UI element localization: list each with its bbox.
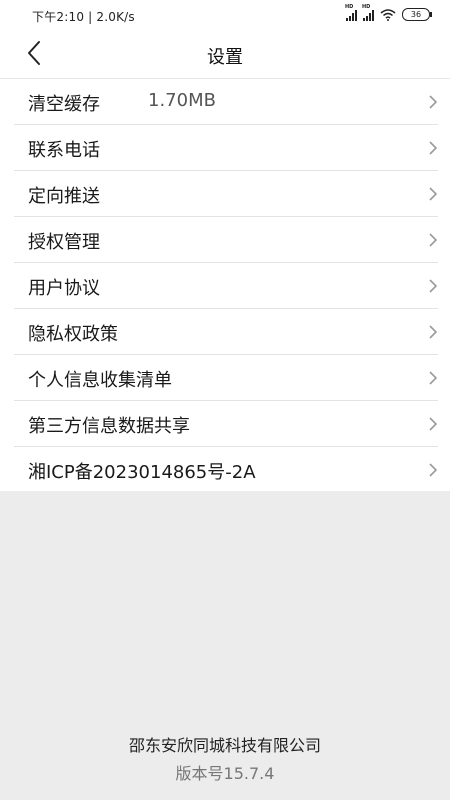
item-label: 个人信息收集清单 — [28, 370, 172, 391]
page-title: 设置 — [207, 47, 243, 68]
targeted-push-item[interactable]: 定向推送 — [14, 171, 438, 217]
chevron-right-icon — [429, 417, 438, 431]
item-label: 隐私权政策 — [28, 324, 118, 345]
settings-list: 清空缓存 1.70MB 联系电话 定向推送 授权管理 用户协议 隐私权政策 个人… — [0, 78, 450, 491]
third-party-sharing-item[interactable]: 第三方信息数据共享 — [14, 401, 438, 447]
status-bar: 下午2:10 | 2.0K/s HD HD 36 — [0, 0, 450, 30]
icp-record-item[interactable]: 湘ICP备2023014865号-2A — [14, 447, 438, 492]
item-label: 联系电话 — [28, 140, 100, 161]
chevron-right-icon — [429, 233, 438, 247]
wifi-icon — [380, 8, 396, 21]
item-label: 定向推送 — [28, 186, 100, 207]
chevron-right-icon — [429, 371, 438, 385]
privacy-policy-item[interactable]: 隐私权政策 — [14, 309, 438, 355]
company-name: 邵东安欣同城科技有限公司 — [128, 736, 321, 755]
item-label: 湘ICP备2023014865号-2A — [28, 462, 256, 483]
item-label: 授权管理 — [28, 232, 100, 253]
user-agreement-item[interactable]: 用户协议 — [14, 263, 438, 309]
battery-icon: 36 — [402, 8, 432, 21]
item-label: 清空缓存 — [28, 94, 100, 115]
chevron-right-icon — [429, 187, 438, 201]
chevron-right-icon — [429, 95, 438, 109]
app-version: 版本号15.7.4 — [175, 764, 275, 783]
chevron-right-icon — [429, 141, 438, 155]
chevron-right-icon — [429, 279, 438, 293]
status-icons: HD HD 36 — [345, 4, 432, 21]
item-label: 用户协议 — [28, 278, 100, 299]
status-time-speed: 下午2:10 | 2.0K/s — [32, 10, 135, 24]
signal-icon: HD — [362, 4, 374, 21]
chevron-right-icon — [429, 463, 438, 477]
chevron-right-icon — [429, 325, 438, 339]
cache-size-value: 1.70MB — [148, 90, 216, 111]
clear-cache-item[interactable]: 清空缓存 1.70MB — [14, 79, 438, 125]
signal-icon: HD — [345, 4, 357, 21]
item-label: 第三方信息数据共享 — [28, 416, 190, 437]
contact-phone-item[interactable]: 联系电话 — [14, 125, 438, 171]
authorization-management-item[interactable]: 授权管理 — [14, 217, 438, 263]
personal-info-list-item[interactable]: 个人信息收集清单 — [14, 355, 438, 401]
header: 设置 — [0, 30, 450, 78]
